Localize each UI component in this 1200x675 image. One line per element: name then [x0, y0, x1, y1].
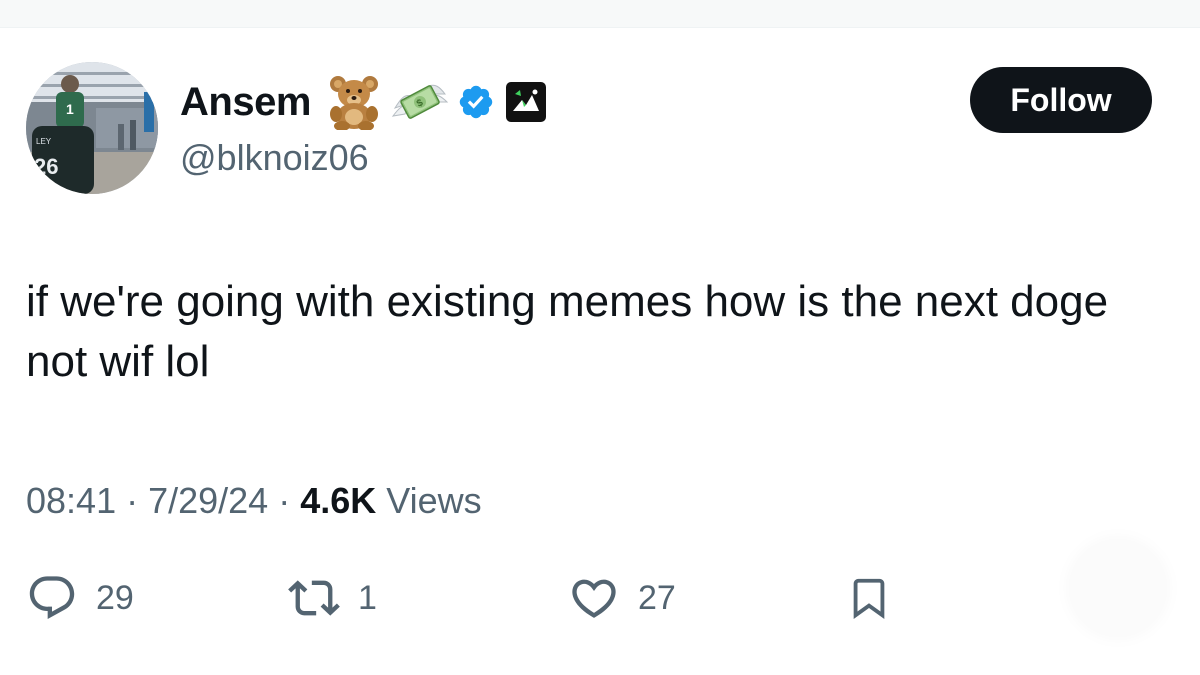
follow-button[interactable]: Follow [970, 67, 1152, 133]
meta-separator: · [268, 480, 301, 521]
retweet-count: 1 [358, 578, 377, 617]
top-strip [0, 0, 1200, 28]
tweet-text: if we're going with existing memes how i… [26, 277, 1109, 386]
money-with-wings-emoji-icon: $ [391, 84, 449, 119]
bookmark-action[interactable] [846, 568, 892, 628]
author-avatar[interactable]: 1 LEY 26 [26, 62, 158, 194]
tweet-time[interactable]: 08:41 [26, 480, 116, 521]
like-action[interactable]: 27 [568, 568, 676, 628]
teddy-bear-emoji-icon [329, 76, 378, 130]
retweet-action[interactable]: 1 [288, 568, 377, 628]
reply-count: 29 [96, 578, 134, 617]
author-handle[interactable]: @blknoiz06 [180, 136, 369, 179]
svg-text:1: 1 [66, 101, 74, 117]
meta-separator: · [116, 480, 149, 521]
like-count: 27 [638, 578, 676, 617]
heart-icon[interactable] [568, 572, 620, 624]
bookmark-icon[interactable] [846, 572, 892, 624]
retweet-icon[interactable] [288, 572, 340, 624]
author-name-row: Ansem $ [180, 74, 547, 130]
floating-compose-button[interactable] [1070, 540, 1166, 636]
views-count[interactable]: 4.6K [300, 480, 376, 521]
svg-text:26: 26 [34, 154, 58, 179]
tweet-date[interactable]: 7/29/24 [148, 480, 268, 521]
brand-affiliate-badge-icon[interactable] [505, 81, 547, 123]
svg-text:LEY: LEY [36, 137, 52, 146]
avatar-photo: 1 LEY 26 [26, 62, 158, 194]
reply-action[interactable]: 29 [26, 568, 134, 628]
verified-badge-icon[interactable] [457, 83, 495, 121]
author-display-name[interactable]: Ansem [180, 82, 311, 122]
reply-icon[interactable] [26, 572, 78, 624]
views-label: Views [376, 480, 482, 521]
tweet-meta: 08:41 · 7/29/24 · 4.6K Views [26, 478, 482, 525]
